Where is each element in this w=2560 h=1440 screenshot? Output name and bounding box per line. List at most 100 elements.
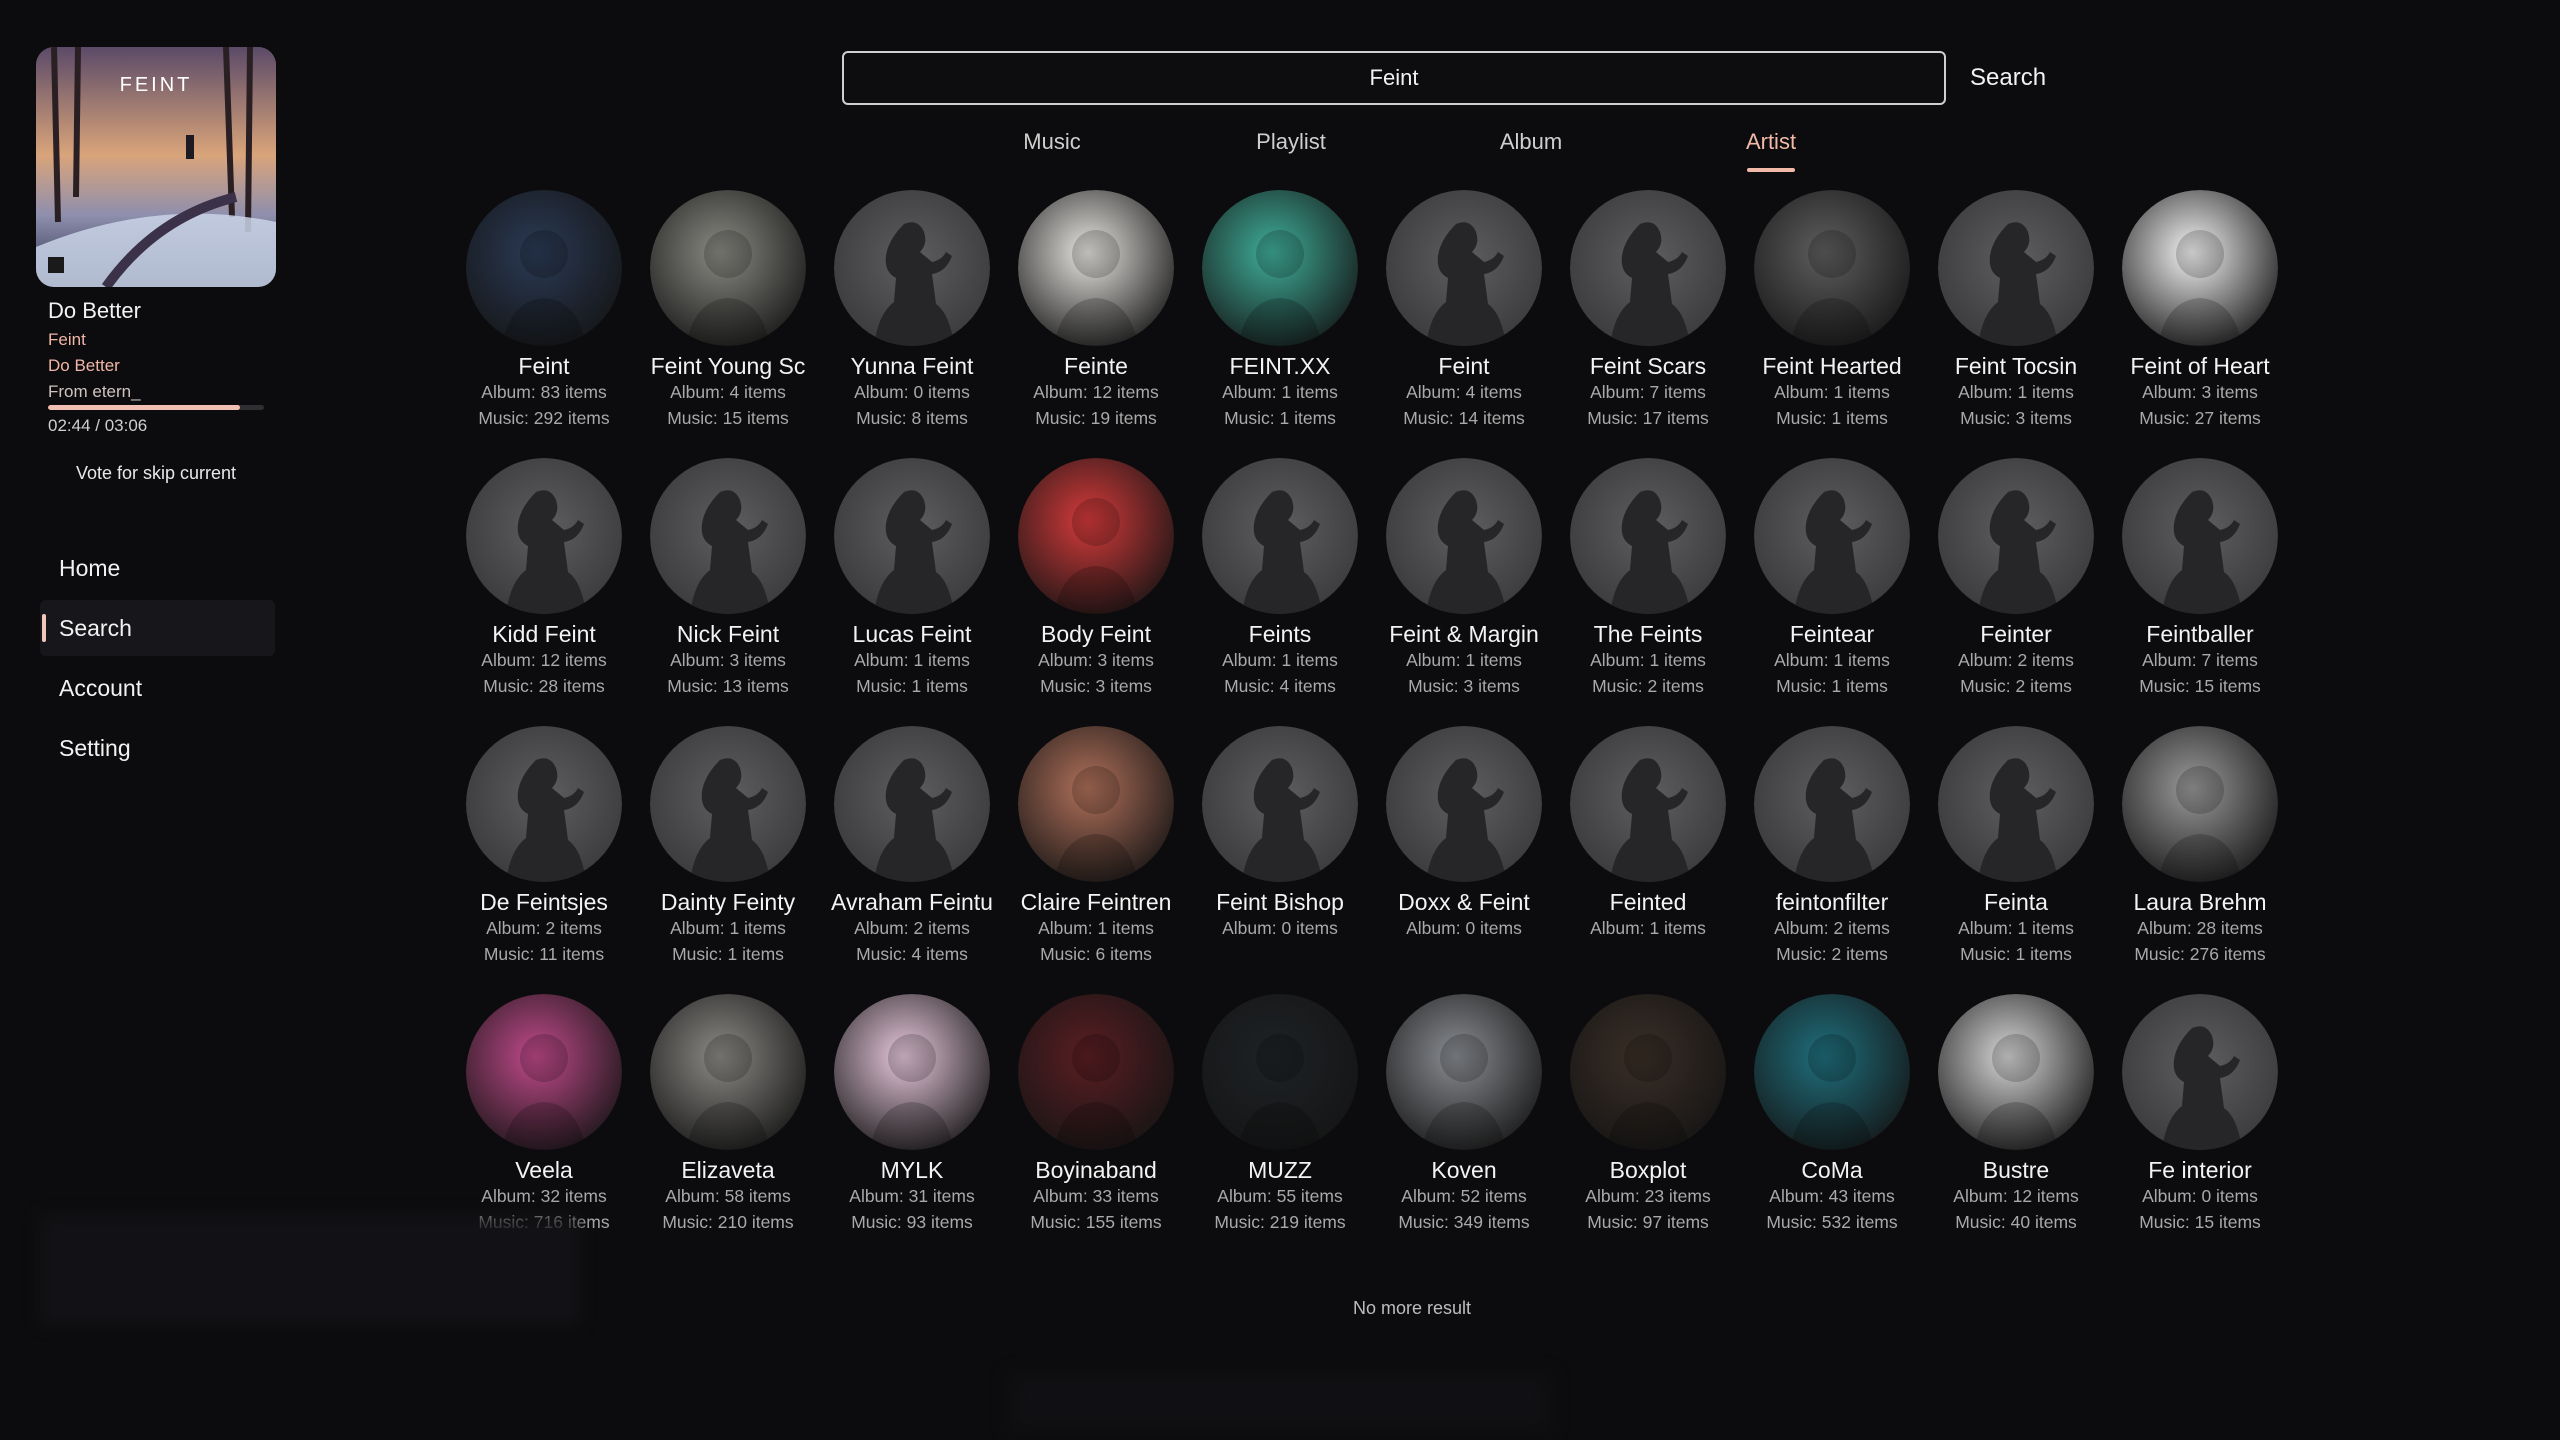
- sidebar-item-account[interactable]: Account: [40, 660, 275, 716]
- artist-placeholder-icon: [650, 726, 806, 882]
- artist-music-count: Music: 1 items: [1776, 408, 1888, 428]
- artist-album-count: Album: 0 items: [854, 382, 970, 402]
- artist-music-count: Music: 15 items: [2139, 676, 2261, 696]
- artist-card[interactable]: Claire Feintren Album: 1 items Music: 6 it…: [1004, 726, 1188, 986]
- artist-card[interactable]: Feint Hearted Album: 1 items Music: 1 item…: [1740, 190, 1924, 450]
- artist-card[interactable]: CoMa Album: 43 items Music: 532 items: [1740, 994, 1924, 1254]
- artist-card[interactable]: Feint of Heart Album: 3 items Music: 27 it…: [2108, 190, 2292, 450]
- artist-card[interactable]: Feint Tocsin Album: 1 items Music: 3 items: [1924, 190, 2108, 450]
- artist-album-count: Album: 4 items: [1406, 382, 1522, 402]
- tab-playlist[interactable]: Playlist: [1211, 124, 1371, 174]
- artist-name: Feint of Heart: [2130, 353, 2270, 379]
- artist-avatar: [2122, 726, 2278, 882]
- artist-album-count: Album: 3 items: [670, 650, 786, 670]
- artist-card[interactable]: Avraham Feintu Album: 2 items Music: 4 ite…: [820, 726, 1004, 986]
- artist-card[interactable]: Koven Album: 52 items Music: 349 items: [1372, 994, 1556, 1254]
- playback-time: 02:44 / 03:06: [48, 416, 148, 435]
- artist-card[interactable]: Feint Album: 4 items Music: 14 items: [1372, 190, 1556, 450]
- app-window: FEINT Do Better Feint Do Better From ete…: [0, 0, 2560, 1440]
- artist-card[interactable]: Feinted Album: 1 items: [1556, 726, 1740, 986]
- artist-avatar: [650, 190, 806, 346]
- artist-avatar: [466, 190, 622, 346]
- artist-card[interactable]: The Feints Album: 1 items Music: 2 items: [1556, 458, 1740, 718]
- artist-card[interactable]: Nick Feint Album: 3 items Music: 13 items: [636, 458, 820, 718]
- artist-album-count: Album: 1 items: [1222, 382, 1338, 402]
- artist-card[interactable]: MYLK Album: 31 items Music: 93 items: [820, 994, 1004, 1254]
- artist-name: Feint Young Sc: [650, 353, 806, 379]
- artist-card[interactable]: Dainty Feinty Album: 1 items Music: 1 item…: [636, 726, 820, 986]
- artist-album-count: Album: 2 items: [854, 918, 970, 938]
- artist-card[interactable]: Boxplot Album: 23 items Music: 97 items: [1556, 994, 1740, 1254]
- artist-card[interactable]: Feintballer Album: 7 items Music: 15 items: [2108, 458, 2292, 718]
- artist-music-count: Music: 2 items: [1592, 676, 1704, 696]
- artist-avatar: [1754, 190, 1910, 346]
- artist-card[interactable]: Kidd Feint Album: 12 items Music: 28 items: [452, 458, 636, 718]
- tab-artist[interactable]: Artist: [1691, 124, 1851, 174]
- artist-album-count: Album: 1 items: [1590, 650, 1706, 670]
- artist-card[interactable]: feintonfilter Album: 2 items Music: 2 item…: [1740, 726, 1924, 986]
- artist-card[interactable]: Yunna Feint Album: 0 items Music: 8 items: [820, 190, 1004, 450]
- artist-album-count: Album: 12 items: [481, 650, 607, 670]
- artist-album-count: Album: 12 items: [1953, 1186, 2079, 1206]
- no-more-result-label: No more result: [1352, 1298, 1472, 1318]
- now-playing-artist[interactable]: Feint: [48, 330, 86, 350]
- artist-placeholder-icon: [834, 726, 990, 882]
- artist-card[interactable]: Doxx & Feint Album: 0 items: [1372, 726, 1556, 986]
- tab-album[interactable]: Album: [1451, 124, 1611, 174]
- sidebar-item-setting[interactable]: Setting: [40, 720, 275, 776]
- artist-card[interactable]: Elizaveta Album: 58 items Music: 210 items: [636, 994, 820, 1254]
- artist-placeholder-icon: [2122, 994, 2278, 1150]
- artist-name: Elizaveta: [681, 1157, 775, 1183]
- artist-card[interactable]: Fe interior Album: 0 items Music: 15 items: [2108, 994, 2292, 1254]
- sidebar-item-home[interactable]: Home: [40, 540, 275, 596]
- artist-placeholder-icon: [1386, 458, 1542, 614]
- sidebar-item-search[interactable]: Search: [40, 600, 275, 656]
- artist-card[interactable]: FEINT.XX Album: 1 items Music: 1 items: [1188, 190, 1372, 450]
- artist-placeholder-icon: [1938, 726, 2094, 882]
- artist-name: Feint & Margin: [1389, 621, 1539, 647]
- artist-card[interactable]: Feints Album: 1 items Music: 4 items: [1188, 458, 1372, 718]
- artist-card[interactable]: Feinte Album: 12 items Music: 19 items: [1004, 190, 1188, 450]
- artist-music-count: Music: 15 items: [2139, 1212, 2261, 1232]
- artist-album-count: Album: 58 items: [665, 1186, 791, 1206]
- artist-card[interactable]: Feint Bishop Album: 0 items: [1188, 726, 1372, 986]
- search-input[interactable]: [842, 51, 1946, 105]
- now-playing-album[interactable]: Do Better: [48, 356, 120, 376]
- artist-music-count: Music: 6 items: [1040, 944, 1152, 964]
- artist-name: Nick Feint: [676, 621, 780, 647]
- playback-progress-bar[interactable]: [48, 405, 264, 410]
- artist-album-count: Album: 2 items: [1774, 918, 1890, 938]
- artist-card[interactable]: Body Feint Album: 3 items Music: 3 items: [1004, 458, 1188, 718]
- artist-name: Yunna Feint: [850, 353, 974, 379]
- vote-skip-button[interactable]: Vote for skip current: [40, 458, 272, 488]
- artist-card[interactable]: Lucas Feint Album: 1 items Music: 1 items: [820, 458, 1004, 718]
- artist-avatar: [1386, 994, 1542, 1150]
- artist-album-count: Album: 83 items: [481, 382, 607, 402]
- artist-card[interactable]: Boyinaband Album: 33 items Music: 155 item…: [1004, 994, 1188, 1254]
- artist-name: De Feintsjes: [480, 889, 608, 915]
- artist-card[interactable]: Feint & Margin Album: 1 items Music: 3 ite…: [1372, 458, 1556, 718]
- artist-music-count: Music: 1 items: [856, 676, 968, 696]
- artist-card[interactable]: De Feintsjes Album: 2 items Music: 11 item…: [452, 726, 636, 986]
- artist-card[interactable]: Feintear Album: 1 items Music: 1 items: [1740, 458, 1924, 718]
- artist-album-count: Album: 1 items: [1038, 918, 1154, 938]
- tab-music[interactable]: Music: [972, 124, 1132, 174]
- artist-placeholder-icon: [1938, 190, 2094, 346]
- artist-name: Lucas Feint: [852, 621, 972, 647]
- artist-card[interactable]: Laura Brehm Album: 28 items Music: 276 ite…: [2108, 726, 2292, 986]
- artist-album-count: Album: 2 items: [486, 918, 602, 938]
- artist-music-count: Music: 1 items: [1960, 944, 2072, 964]
- artist-card[interactable]: Feint Album: 83 items Music: 292 items: [452, 190, 636, 450]
- artist-avatar: [1938, 994, 2094, 1150]
- artist-card[interactable]: Feinta Album: 1 items Music: 1 items: [1924, 726, 2108, 986]
- artist-album-count: Album: 1 items: [1774, 650, 1890, 670]
- artist-music-count: Music: 27 items: [2139, 408, 2261, 428]
- search-button[interactable]: Search: [1970, 56, 2046, 100]
- artist-avatar: [834, 994, 990, 1150]
- artist-avatar: [466, 994, 622, 1150]
- artist-card[interactable]: Feint Young Sc Album: 4 items Music: 15 it…: [636, 190, 820, 450]
- artist-card[interactable]: Bustre Album: 12 items Music: 40 items: [1924, 994, 2108, 1254]
- artist-card[interactable]: Feinter Album: 2 items Music: 2 items: [1924, 458, 2108, 718]
- artist-card[interactable]: MUZZ Album: 55 items Music: 219 items: [1188, 994, 1372, 1254]
- artist-card[interactable]: Feint Scars Album: 7 items Music: 17 items: [1556, 190, 1740, 450]
